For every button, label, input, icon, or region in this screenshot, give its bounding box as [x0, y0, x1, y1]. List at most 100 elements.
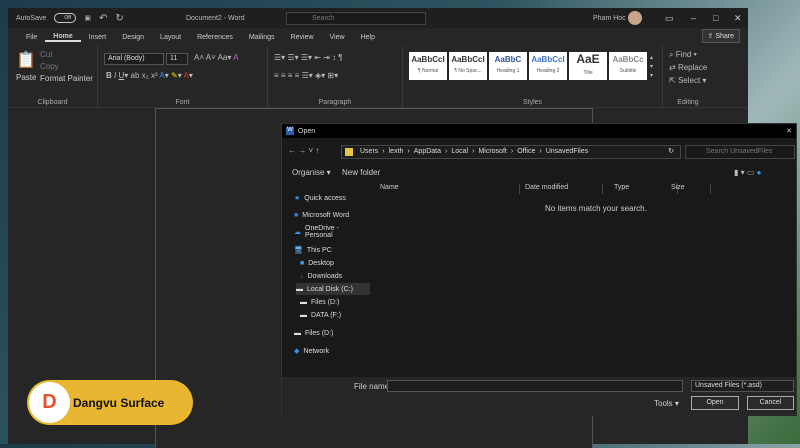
- dialog-footer: File name: Unsaved Files (*.asd) Tools ▾…: [282, 377, 796, 416]
- logo-text: Dangvu Surface: [73, 395, 165, 410]
- path-segment[interactable]: AppData: [414, 146, 441, 158]
- column-size[interactable]: Size: [669, 184, 711, 194]
- style-normal[interactable]: AaBbCcI ¶ Normal: [409, 52, 447, 80]
- paragraph-group: ☰▾ ☰▾ ☰▾ ⇤ ⇥ ↕ ¶ ≡ ≡ ≡ ≡ ☰▾ ◈▾ ⊞▾ Paragr…: [268, 46, 403, 108]
- tab-mailings[interactable]: Mailings: [241, 34, 283, 41]
- style-subtitle[interactable]: AaBbCc Subtitle: [609, 52, 647, 80]
- maximize-button[interactable]: □: [713, 13, 718, 23]
- nav-quick-access[interactable]: ★ Quick access: [294, 192, 368, 204]
- select-button[interactable]: ⇱ Select ▾: [669, 76, 706, 85]
- ribbon-display-icon[interactable]: ▭: [665, 13, 674, 24]
- path-segment[interactable]: Users: [360, 146, 378, 158]
- cancel-button[interactable]: Cancel: [747, 396, 794, 410]
- path-segment[interactable]: Office: [517, 146, 535, 158]
- path-segment[interactable]: lexth: [389, 146, 404, 158]
- nav-onedrive[interactable]: ☁ OneDrive - Personal: [294, 225, 368, 239]
- column-name[interactable]: Name: [380, 184, 520, 194]
- nav-label: DATA (F:): [311, 311, 342, 319]
- nav-data-f[interactable]: ▬ DATA (F:): [300, 309, 374, 321]
- save-icon[interactable]: ▣: [84, 14, 91, 22]
- tab-help[interactable]: Help: [353, 34, 383, 41]
- style-no-spacing[interactable]: AaBbCcI ¶ No Spac...: [449, 52, 487, 80]
- nav-files-d[interactable]: ▬ Files (D:): [300, 296, 374, 308]
- style-title[interactable]: AaE Title: [569, 52, 607, 80]
- ribbon-tabs: File Home Insert Design Layout Reference…: [8, 28, 748, 46]
- copy-button[interactable]: Copy: [40, 62, 59, 71]
- style-sample: AaBbCcI: [411, 55, 445, 64]
- dialog-title: Open: [298, 127, 316, 135]
- style-sample: AaBbC: [494, 55, 522, 64]
- view-options-icon[interactable]: ▮ ▾ ▭ ●: [734, 168, 762, 177]
- cut-button[interactable]: Cut: [40, 50, 52, 59]
- tools-button[interactable]: Tools ▾: [654, 399, 679, 408]
- nav-files-d-root[interactable]: ▬ Files (D:): [294, 327, 368, 339]
- paste-icon[interactable]: 📋: [16, 50, 36, 70]
- nav-microsoft-word[interactable]: ■ Microsoft Word: [294, 209, 368, 221]
- tab-layout[interactable]: Layout: [152, 34, 189, 41]
- style-name: Heading 1: [496, 68, 520, 74]
- font-format-icons[interactable]: B I U▾ ab x₂ x² A▾ ✎▾ A▾: [106, 71, 193, 80]
- user-name[interactable]: Pham Hoc: [593, 15, 626, 22]
- nav-desktop[interactable]: ■ Desktop: [300, 257, 374, 269]
- avatar[interactable]: [628, 11, 642, 25]
- path-segment[interactable]: Microsoft: [478, 146, 506, 158]
- list-icons[interactable]: ☰▾ ☰▾ ☰▾ ⇤ ⇥ ↕ ¶: [274, 53, 343, 62]
- folder-icon: [345, 148, 353, 156]
- new-folder-button[interactable]: New folder: [342, 168, 380, 177]
- font-label: Font: [175, 99, 190, 106]
- find-label: Find: [675, 50, 692, 59]
- word-icon: W: [286, 127, 294, 135]
- paste-label[interactable]: Paste: [16, 73, 36, 82]
- refresh-icon[interactable]: ↻: [668, 146, 674, 158]
- tab-insert[interactable]: Insert: [81, 34, 115, 41]
- styles-scroll-icon[interactable]: ▴ ▾ ▾: [650, 54, 653, 81]
- clipboard-group: 📋 Paste Cut Copy Format Painter Clipboar…: [8, 46, 98, 108]
- nav-network[interactable]: ◆ Network: [294, 345, 368, 357]
- close-button[interactable]: ✕: [734, 13, 742, 24]
- path-segment[interactable]: Local: [451, 146, 468, 158]
- nav-downloads[interactable]: ↓ Downloads: [300, 270, 374, 282]
- find-button[interactable]: ⌕ Find ▾: [669, 50, 697, 60]
- font-size-select[interactable]: 11: [166, 53, 188, 65]
- tab-home[interactable]: Home: [45, 33, 81, 42]
- dialog-close-icon[interactable]: ✕: [786, 127, 792, 135]
- font-size-controls-icon[interactable]: A˄ A˅ Aa▾ A: [194, 53, 239, 62]
- empty-message: No items match your search.: [545, 204, 647, 213]
- undo-icon[interactable]: ↶: [99, 13, 107, 24]
- open-button[interactable]: Open: [691, 396, 739, 410]
- format-painter-button[interactable]: Format Painter: [40, 74, 93, 83]
- watermark-logo: D Dangvu Surface: [27, 380, 193, 425]
- nav-label: Desktop: [308, 259, 334, 267]
- autosave-toggle[interactable]: Off: [54, 13, 77, 23]
- tab-view[interactable]: View: [322, 34, 353, 41]
- tab-references[interactable]: References: [189, 34, 241, 41]
- tab-design[interactable]: Design: [114, 34, 152, 41]
- dialog-search-input[interactable]: Search UnsavedFiles: [685, 145, 795, 159]
- search-input[interactable]: Search: [286, 11, 426, 25]
- minimize-button[interactable]: –: [691, 13, 696, 23]
- style-heading-1[interactable]: AaBbC Heading 1: [489, 52, 527, 80]
- tab-review[interactable]: Review: [283, 34, 322, 41]
- redo-icon[interactable]: ↻: [115, 13, 123, 24]
- alignment-icons[interactable]: ≡ ≡ ≡ ≡ ☰▾ ◈▾ ⊞▾: [274, 71, 338, 80]
- column-date-modified[interactable]: Date modified: [523, 184, 603, 194]
- address-bar[interactable]: Users › lexth › AppData › Local › Microsoft ›…: [341, 145, 681, 159]
- style-heading-2[interactable]: AaBbCcI Heading 2: [529, 52, 567, 80]
- style-name: ¶ No Spac...: [454, 68, 482, 74]
- nav-label: Quick access: [304, 194, 346, 202]
- path-segment[interactable]: UnsavedFiles: [546, 146, 588, 158]
- file-type-select[interactable]: Unsaved Files (*.asd): [691, 380, 794, 392]
- navigation-pane: ★ Quick access ■ Microsoft Word ☁ OneDrive …: [282, 182, 370, 377]
- share-button[interactable]: ⇪ Share: [701, 29, 740, 43]
- replace-button[interactable]: ⇄ Replace: [669, 63, 707, 72]
- file-name-input[interactable]: [387, 380, 683, 392]
- tab-file[interactable]: File: [18, 34, 45, 41]
- title-bar: AutoSave Off ▣ ↶ ↻ Document2 - Word Sear…: [8, 8, 748, 28]
- font-name-select[interactable]: Arial (Body): [104, 53, 164, 65]
- style-sample: AaBbCc: [612, 55, 644, 64]
- nav-this-pc[interactable]: 🖥 This PC: [294, 244, 368, 256]
- nav-arrows-icon[interactable]: ← → ˅ ↑: [288, 146, 319, 155]
- nav-local-disk-c[interactable]: ▬ Local Disk (C:): [296, 283, 370, 295]
- style-sample: AaE: [576, 52, 600, 66]
- organise-button[interactable]: Organise ▾: [292, 168, 331, 177]
